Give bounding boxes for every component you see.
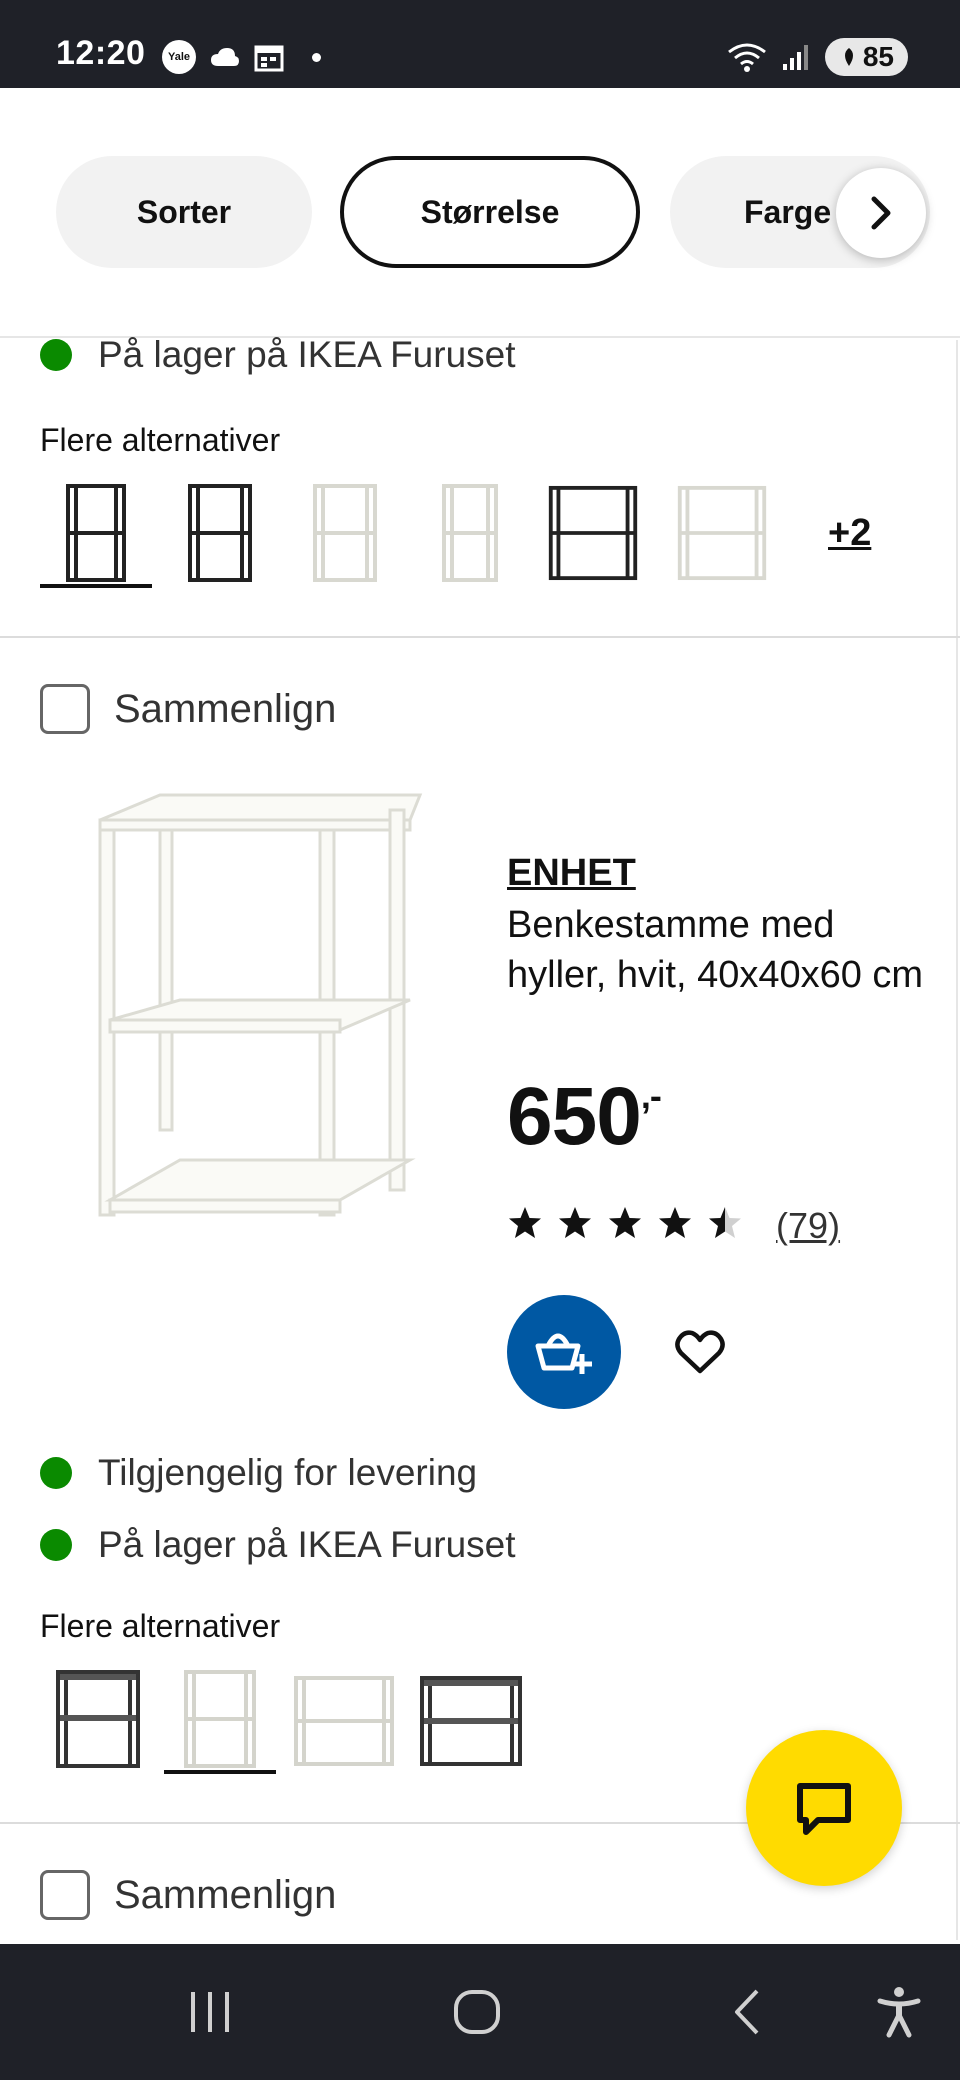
accessibility-button[interactable] bbox=[864, 1982, 934, 2042]
stock-status-prev: På lager på IKEA Furuset bbox=[40, 334, 516, 376]
alternatives-title: Flere alternativer bbox=[40, 1608, 281, 1644]
alternative-thumb-white-2[interactable] bbox=[420, 478, 520, 588]
compare-toggle[interactable]: Sammenlign bbox=[40, 684, 336, 734]
star-full-icon bbox=[609, 1207, 641, 1238]
review-count-link[interactable]: (79) bbox=[776, 1205, 840, 1247]
yale-icon: Yale bbox=[162, 40, 196, 74]
product-price: 650,- bbox=[507, 1070, 662, 1164]
dot-icon bbox=[312, 52, 321, 62]
stock-text: På lager på IKEA Furuset bbox=[98, 334, 516, 375]
more-alternatives-link[interactable]: +2 bbox=[828, 512, 871, 555]
selected-indicator bbox=[164, 1770, 276, 1774]
chat-button[interactable] bbox=[746, 1730, 902, 1886]
available-dot-icon bbox=[40, 1457, 72, 1489]
back-button[interactable] bbox=[712, 1982, 782, 2042]
status-icons-left: Yale bbox=[162, 40, 321, 74]
status-icons-right: 85 bbox=[727, 38, 908, 76]
basket-add-icon bbox=[535, 1333, 592, 1374]
recent-apps-button[interactable] bbox=[175, 1982, 245, 2042]
compare-toggle-next[interactable]: Sammenlign bbox=[40, 1870, 336, 1920]
accessibility-icon bbox=[877, 1987, 921, 2038]
compare-label: Sammenlign bbox=[114, 1872, 337, 1917]
delivery-status: Tilgjengelig for levering bbox=[40, 1452, 477, 1494]
size-filter-button[interactable]: Størrelse bbox=[340, 156, 640, 268]
scroll-filters-next-button[interactable] bbox=[836, 168, 926, 258]
product-brand[interactable]: ENHET bbox=[507, 852, 636, 895]
heart-icon bbox=[675, 1330, 725, 1374]
compare-checkbox[interactable] bbox=[40, 1870, 90, 1920]
wifi-icon bbox=[727, 43, 766, 72]
chat-bubble-icon bbox=[797, 1783, 851, 1835]
star-full-icon bbox=[559, 1207, 591, 1238]
alternative-thumb-black-2[interactable] bbox=[170, 478, 270, 588]
cloud-icon bbox=[211, 48, 239, 66]
alternative-thumb-black-3[interactable] bbox=[545, 478, 641, 588]
signal-icon bbox=[782, 45, 808, 70]
home-button[interactable] bbox=[442, 1982, 512, 2042]
home-icon bbox=[454, 1990, 500, 2034]
price-value: 650 bbox=[507, 1071, 642, 1162]
alternatives-title-prev: Flere alternativer bbox=[40, 422, 281, 458]
filter-bar: Sorter Størrelse Farge bbox=[0, 88, 960, 338]
delivery-text: Tilgjengelig for levering bbox=[98, 1452, 478, 1493]
alternative-thumb-white-3[interactable] bbox=[674, 478, 770, 588]
compare-checkbox[interactable] bbox=[40, 684, 90, 734]
in-stock-dot-icon bbox=[40, 339, 72, 371]
status-time: 12:20 bbox=[56, 34, 146, 72]
in-stock-dot-icon bbox=[40, 1529, 72, 1561]
battery-icon: 85 bbox=[824, 38, 908, 76]
calendar-icon bbox=[254, 45, 284, 72]
selected-indicator bbox=[40, 584, 152, 588]
product-image[interactable] bbox=[90, 790, 430, 1230]
battery-level: 85 bbox=[862, 41, 894, 72]
alternative-thumb-white-1[interactable] bbox=[168, 1664, 272, 1774]
product-description[interactable]: Benkestamme med hyller, hvit, 40x40x60 c… bbox=[507, 900, 927, 1000]
favourite-button[interactable] bbox=[670, 1322, 730, 1382]
star-half-icon bbox=[709, 1207, 741, 1238]
alternative-thumb-white-1[interactable] bbox=[295, 478, 395, 588]
recent-apps-icon bbox=[191, 1992, 229, 2032]
system-nav-bar bbox=[0, 1944, 960, 2080]
stock-text: På lager på IKEA Furuset bbox=[98, 1524, 516, 1565]
alternative-thumb-white-2[interactable] bbox=[290, 1664, 398, 1774]
rating-stars bbox=[507, 1205, 743, 1241]
back-icon bbox=[735, 1989, 759, 2035]
chevron-right-icon bbox=[871, 196, 891, 230]
price-suffix: ,- bbox=[640, 1075, 662, 1116]
compare-label: Sammenlign bbox=[114, 686, 337, 731]
product-divider bbox=[0, 636, 960, 638]
alternative-thumb-black-1[interactable] bbox=[46, 478, 146, 588]
alternative-thumb-black-1[interactable] bbox=[46, 1664, 150, 1774]
scroll-edge bbox=[956, 340, 958, 1940]
alternative-thumb-black-2[interactable] bbox=[416, 1664, 526, 1774]
sort-button[interactable]: Sorter bbox=[56, 156, 312, 268]
star-full-icon bbox=[509, 1207, 541, 1238]
status-bar: 12:20 Yale 85 bbox=[0, 0, 960, 88]
stock-status: På lager på IKEA Furuset bbox=[40, 1524, 516, 1566]
star-full-icon bbox=[659, 1207, 691, 1238]
add-to-cart-button[interactable] bbox=[507, 1295, 621, 1409]
